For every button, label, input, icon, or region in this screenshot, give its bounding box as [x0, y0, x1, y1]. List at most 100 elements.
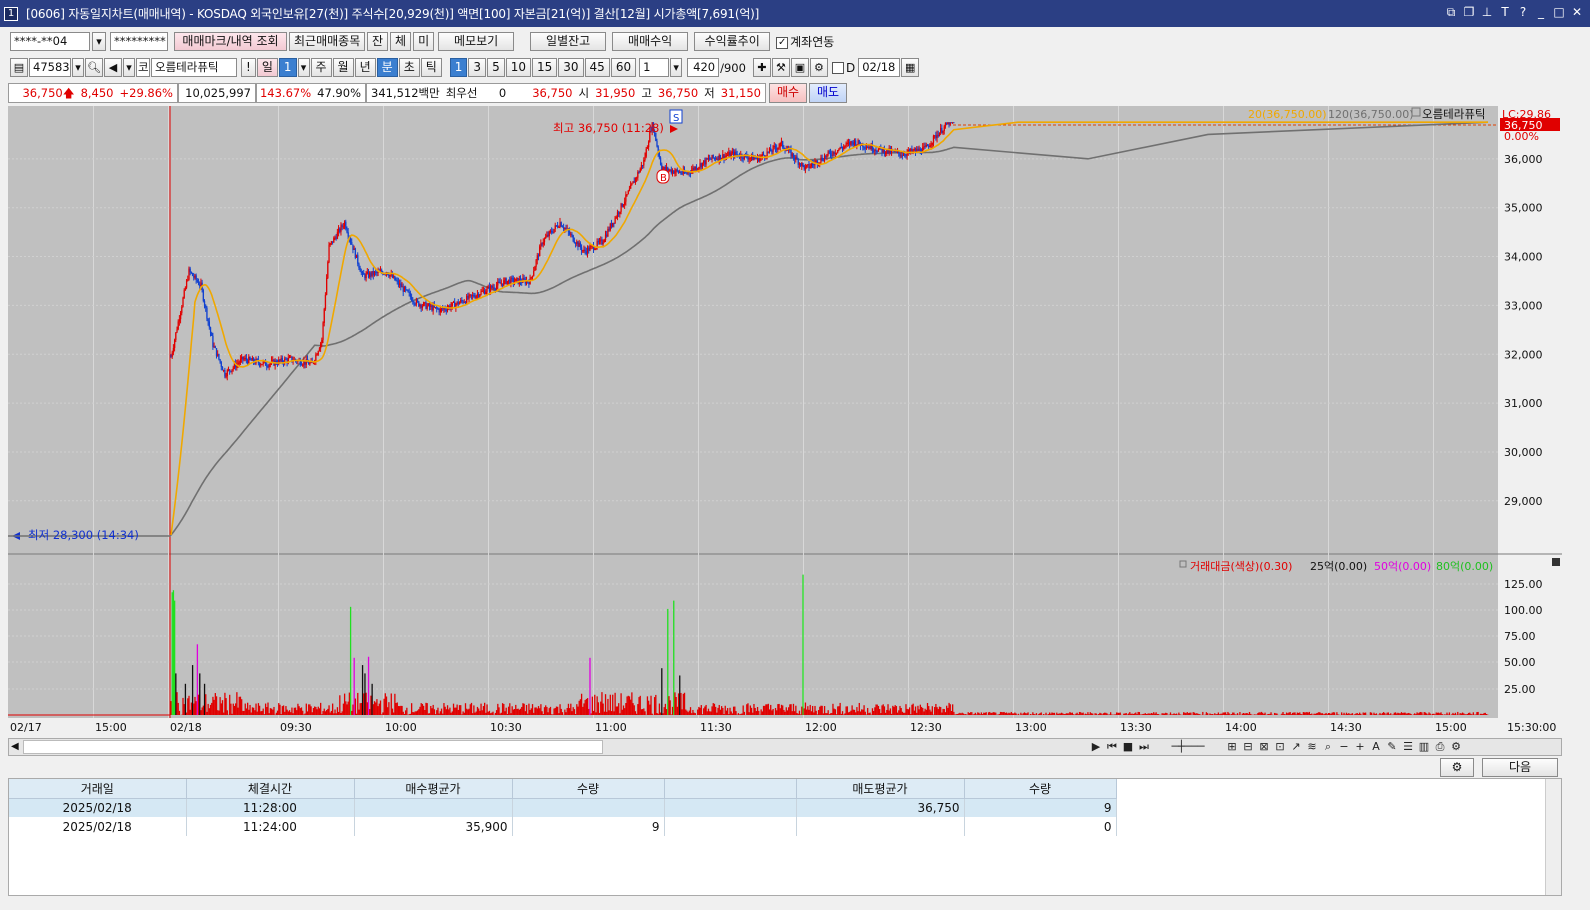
date-checkbox[interactable]: D: [831, 61, 855, 75]
account-dropdown-icon[interactable]: ▾: [92, 32, 106, 51]
date-input[interactable]: 02/18: [858, 58, 901, 77]
password-field[interactable]: *********: [110, 32, 168, 51]
tab-mi[interactable]: 미: [413, 32, 435, 51]
zoom-slider[interactable]: ─┼───: [1153, 739, 1223, 755]
save-icon[interactable]: ▣: [790, 58, 809, 77]
chart-scrollbar[interactable]: ◀ ▶ ⏮ ■ ⏭ ─┼─── ⊞ ⊟ ⊠ ⊡ ↗ ≋ ⌕ − + A ✎ ☰ …: [8, 738, 1562, 756]
volume-bar: [936, 707, 938, 715]
volume-bar: [797, 713, 799, 715]
code-dropdown-icon[interactable]: ▾: [72, 58, 84, 77]
pin-icon[interactable]: ⊥: [1480, 4, 1494, 20]
trend-line-icon[interactable]: ↗: [1289, 739, 1303, 755]
interval-45-button[interactable]: 45: [584, 58, 610, 77]
speaker-dropdown-icon[interactable]: ▾: [123, 58, 135, 77]
settings-icon[interactable]: ⚙: [809, 58, 828, 77]
candle-body: [639, 168, 641, 173]
stock-code-input[interactable]: 475830: [29, 58, 71, 77]
interval-dropdown-icon[interactable]: ▾: [670, 58, 683, 77]
calendar-icon[interactable]: ▦: [901, 58, 920, 77]
scroll-thumb[interactable]: [23, 740, 603, 754]
period-second-button[interactable]: 초: [398, 58, 420, 77]
account-select[interactable]: ****-**04: [10, 32, 90, 51]
period-week-button[interactable]: 주: [310, 58, 332, 77]
draw-tool-1-icon[interactable]: ⊞: [1225, 739, 1239, 755]
period-month-button[interactable]: 월: [332, 58, 354, 77]
grid-settings-button[interactable]: ⚙: [1440, 758, 1474, 777]
layout-icon[interactable]: ▥: [1417, 739, 1431, 755]
text-tool-icon[interactable]: A: [1369, 739, 1383, 755]
fib-icon[interactable]: ≋: [1305, 739, 1319, 755]
memo-button[interactable]: 메모보기: [438, 32, 515, 51]
period-minute-button[interactable]: 분: [376, 58, 398, 77]
font-icon[interactable]: T: [1498, 4, 1512, 20]
period-dropdown-icon[interactable]: ▾: [297, 58, 310, 77]
magnify-icon[interactable]: ⌕: [1321, 739, 1335, 755]
price-chart[interactable]: 02/17 15:00 02/18 09:30 10:00 10:30 11:00 11:30…: [8, 106, 1562, 738]
period-tick-button[interactable]: 틱: [420, 58, 442, 77]
speaker-icon[interactable]: ◀: [104, 58, 122, 77]
account-link-checkbox[interactable]: ✓ 계좌연동: [776, 33, 834, 50]
interval-15-button[interactable]: 15: [531, 58, 558, 77]
scroll-left-icon[interactable]: ◀: [11, 739, 19, 755]
volume-bar: [881, 705, 883, 715]
stop-icon[interactable]: ■: [1121, 739, 1135, 755]
volume-bar: [450, 712, 452, 715]
interval-60-button[interactable]: 60: [610, 58, 637, 77]
candle-body: [352, 244, 354, 250]
interval-10-button[interactable]: 10: [505, 58, 531, 77]
sell-button[interactable]: 매도: [809, 83, 847, 103]
draw-tool-4-icon[interactable]: ⊡: [1273, 739, 1287, 755]
volume-bar: [242, 710, 244, 715]
custom-interval-input[interactable]: 1: [639, 58, 670, 77]
scroll-right-icon[interactable]: ▶: [1089, 739, 1103, 755]
interval-3-button[interactable]: 3: [468, 58, 487, 77]
warning-button[interactable]: !: [241, 58, 256, 77]
minimize-icon[interactable]: _: [1534, 4, 1548, 20]
table-row[interactable]: 2025/02/18 11:28:00 36,750 9: [9, 798, 1117, 817]
zoom-out-icon[interactable]: −: [1337, 739, 1351, 755]
close-icon[interactable]: ✕: [1570, 4, 1584, 20]
draw-tool-2-icon[interactable]: ⊟: [1241, 739, 1255, 755]
candle-body: [827, 151, 829, 155]
volume-pane-close-icon[interactable]: [1552, 558, 1560, 566]
period-year-button[interactable]: 년: [354, 58, 376, 77]
table-scrollbar[interactable]: [1545, 779, 1561, 895]
tab-jan[interactable]: 잔: [367, 32, 389, 51]
recent-trades-button[interactable]: 최근매매종목: [289, 32, 365, 51]
count-input[interactable]: 420: [687, 58, 720, 77]
trade-mark-button[interactable]: 매매마크/내역 조회: [174, 32, 287, 51]
table-row[interactable]: 2025/02/18 11:24:00 35,900 9 0: [9, 817, 1117, 836]
tab-che[interactable]: 체: [390, 32, 412, 51]
list-icon[interactable]: ☰: [1401, 739, 1415, 755]
next-button[interactable]: 다음: [1482, 758, 1558, 777]
volume-bar: [475, 711, 477, 715]
help-icon[interactable]: ?: [1516, 4, 1530, 20]
volume-bar: [923, 711, 925, 715]
return-trend-button[interactable]: 수익률추이: [694, 32, 771, 51]
maximize-icon[interactable]: □: [1552, 4, 1566, 20]
rewind-icon[interactable]: ⏮: [1105, 739, 1119, 755]
config-icon[interactable]: ⚙: [1449, 739, 1463, 755]
interval-5-button[interactable]: 5: [487, 58, 505, 77]
indicator-icon[interactable]: ✚: [752, 58, 771, 77]
forward-icon[interactable]: ⏭: [1137, 739, 1151, 755]
candle-body: [636, 177, 638, 179]
search-icon[interactable]: 🔍︎: [85, 58, 103, 77]
period-num-button[interactable]: 1: [278, 58, 297, 77]
link-icon[interactable]: ⧉: [1444, 4, 1458, 20]
erase-icon[interactable]: ✎: [1385, 739, 1399, 755]
buy-button[interactable]: 매수: [769, 83, 807, 103]
tool-icon[interactable]: ⚒: [771, 58, 790, 77]
volume-bar: [1381, 713, 1384, 715]
daily-balance-button[interactable]: 일별잔고: [530, 32, 607, 51]
print-icon[interactable]: ⎙: [1433, 739, 1447, 755]
zoom-in-icon[interactable]: +: [1353, 739, 1367, 755]
chart-type-icon[interactable]: ▤: [10, 58, 28, 77]
interval-30-button[interactable]: 30: [558, 58, 584, 77]
trade-profit-button[interactable]: 매매수익: [612, 32, 689, 51]
period-day-button[interactable]: 일: [256, 58, 278, 77]
volume-bar: [1179, 714, 1181, 715]
draw-tool-3-icon[interactable]: ⊠: [1257, 739, 1271, 755]
window-copy-icon[interactable]: ❐: [1462, 4, 1476, 20]
interval-1-button[interactable]: 1: [449, 58, 468, 77]
